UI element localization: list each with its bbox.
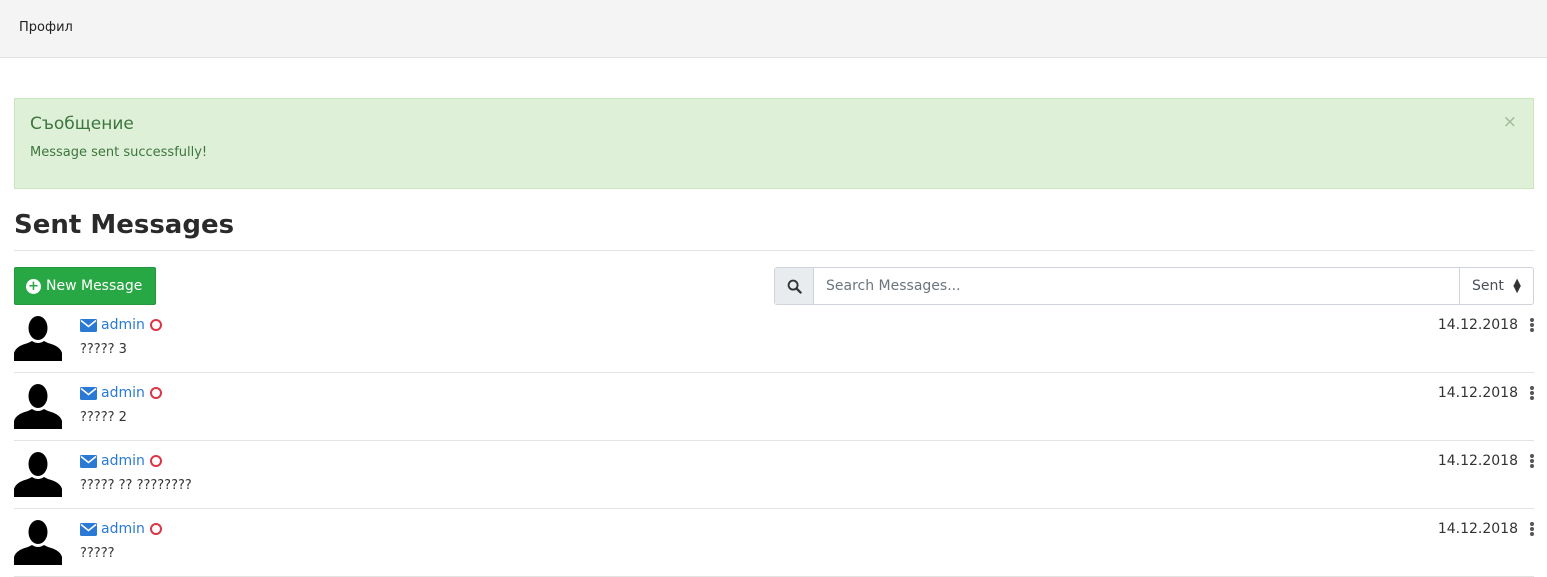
avatar-silhouette-icon <box>14 384 62 429</box>
list-item[interactable]: admin ????? 14.12.2018 <box>14 509 1534 577</box>
message-date: 14.12.2018 <box>1437 453 1518 469</box>
envelope-icon <box>80 454 97 468</box>
message-date: 14.12.2018 <box>1437 317 1518 333</box>
avatar-silhouette-icon <box>14 520 62 565</box>
search-input[interactable] <box>814 268 1459 304</box>
avatar-silhouette-icon <box>14 452 62 497</box>
list-item[interactable]: admin ????? 2 14.12.2018 <box>14 373 1534 441</box>
sender-link[interactable]: admin <box>101 385 145 401</box>
message-date: 14.12.2018 <box>1437 521 1518 537</box>
message-subject: ????? 2 <box>80 410 127 425</box>
circle-outline-icon <box>149 319 162 331</box>
message-subject: ????? <box>80 546 115 561</box>
search-icon[interactable] <box>775 268 814 304</box>
heading-divider <box>14 250 1534 251</box>
circle-outline-icon <box>149 523 162 535</box>
circle-outline-icon <box>149 455 162 467</box>
avatar-silhouette-icon <box>14 316 62 361</box>
search-group: Sent ▲▼ <box>774 267 1534 305</box>
new-message-button[interactable]: + New Message <box>14 267 156 305</box>
sender-link[interactable]: admin <box>101 453 145 469</box>
message-date: 14.12.2018 <box>1437 385 1518 401</box>
message-subject: ????? 3 <box>80 342 127 357</box>
envelope-icon <box>80 386 97 400</box>
more-options-icon[interactable] <box>1530 318 1534 332</box>
sort-caret-icon: ▲ ▼ <box>1513 277 1521 295</box>
message-filter-select[interactable]: Sent ▲ ▼ <box>1459 268 1533 304</box>
sender-link[interactable]: admin <box>101 521 145 537</box>
envelope-icon <box>80 318 97 332</box>
more-options-icon[interactable] <box>1530 386 1534 400</box>
more-options-icon[interactable] <box>1530 522 1534 536</box>
top-bar: Профил <box>0 0 1547 58</box>
profile-link[interactable]: Профил <box>19 20 73 35</box>
sender-link[interactable]: admin <box>101 317 145 333</box>
close-icon[interactable]: × <box>1503 114 1517 131</box>
list-item[interactable]: admin ????? ?? ???????? 14.12.2018 <box>14 441 1534 509</box>
new-message-label: New Message <box>46 278 143 294</box>
filter-selected-value: Sent <box>1472 278 1504 294</box>
page-title: Sent Messages <box>14 210 235 240</box>
message-subject: ????? ?? ???????? <box>80 478 192 493</box>
plus-circle-icon: + <box>26 278 41 294</box>
envelope-icon <box>80 522 97 536</box>
more-options-icon[interactable] <box>1530 454 1534 468</box>
message-list: admin ????? 3 14.12.2018 admin ????? 2 1… <box>14 305 1534 577</box>
alert-title: Съобщение <box>30 114 134 134</box>
circle-outline-icon <box>149 387 162 399</box>
alert-message: Message sent successfully! <box>30 145 208 160</box>
list-item[interactable]: admin ????? 3 14.12.2018 <box>14 305 1534 373</box>
success-alert: Съобщение Message sent successfully! × <box>14 98 1534 189</box>
